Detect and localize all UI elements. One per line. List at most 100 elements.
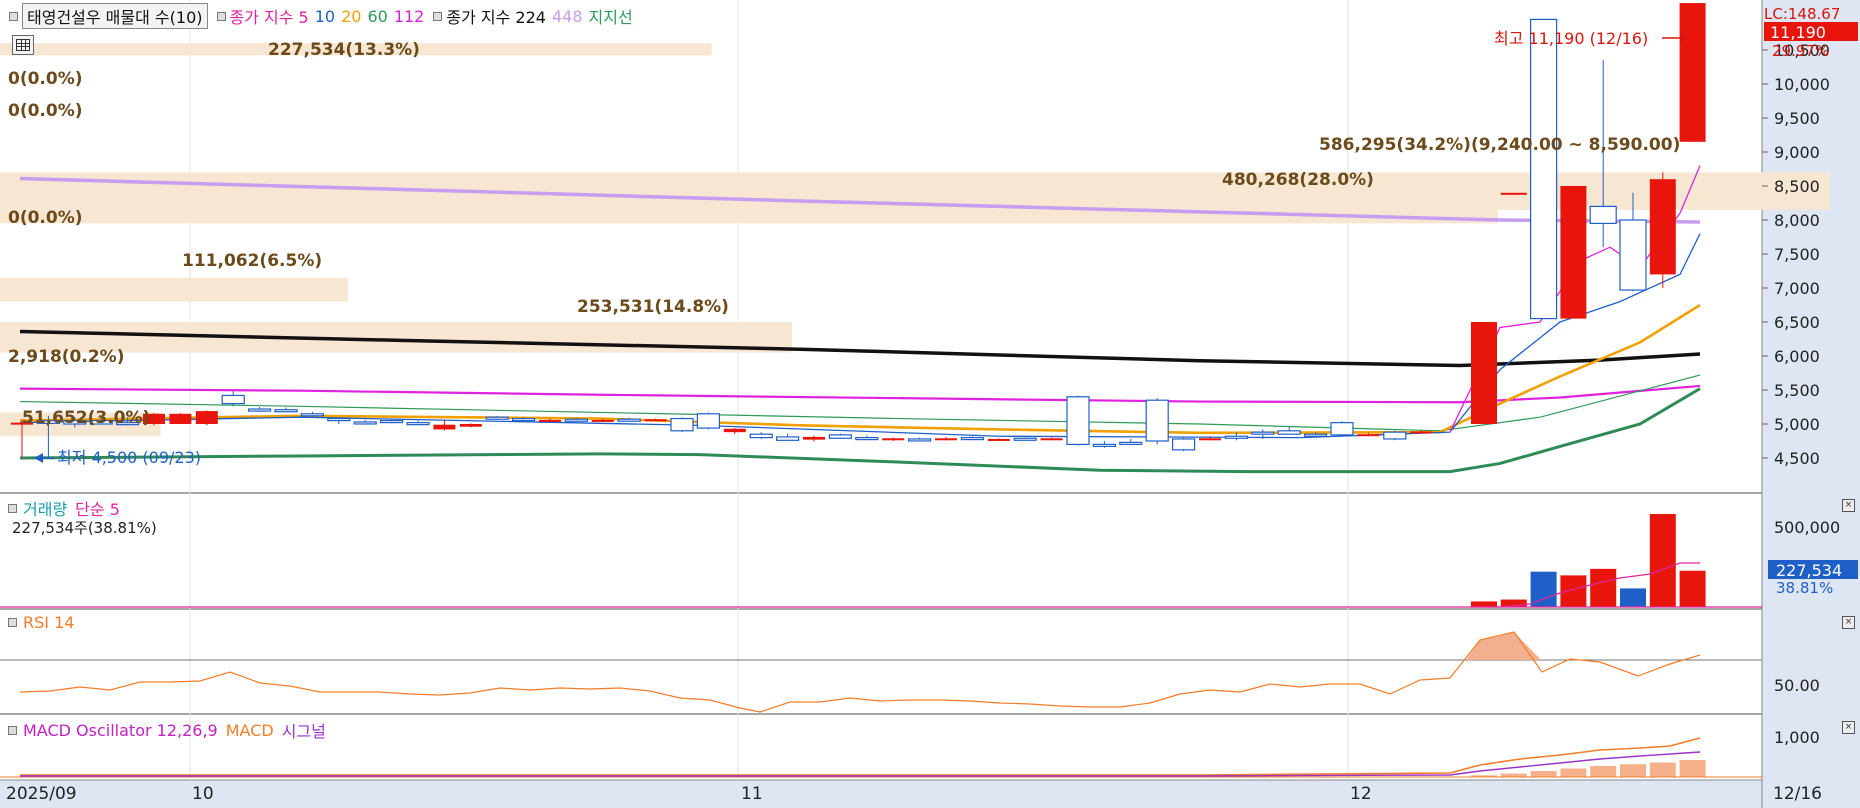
- volume-profile-bar: [0, 277, 348, 302]
- candle-body: [221, 394, 245, 405]
- candle-body: [327, 417, 351, 422]
- x-label-end: 12/16: [1773, 784, 1822, 804]
- candle-body: [485, 416, 509, 420]
- candle-body: [935, 438, 957, 441]
- candle-body: [433, 424, 456, 430]
- macd-bar: [1530, 771, 1557, 777]
- vp-label-5: 0(0.0%): [8, 208, 83, 228]
- price-tick: 5,500: [1774, 381, 1820, 400]
- candle-body: [1500, 192, 1527, 195]
- high-label: 최고 11,190 (12/16): [1494, 29, 1648, 48]
- candle-body: [828, 434, 853, 439]
- low-annotation: 최저 4,500 (09/23): [34, 448, 201, 467]
- macd-tick: 1,000: [1774, 728, 1820, 747]
- support-label[interactable]: 지지선: [589, 4, 633, 28]
- low-label: 최저 4,500 (09/23): [57, 448, 201, 467]
- volume-close-icon[interactable]: ×: [1842, 499, 1855, 512]
- candle-body: [1410, 431, 1433, 434]
- volume-bar: [1620, 588, 1646, 607]
- volume-value: 227,534주(38.81%): [12, 519, 157, 537]
- candle-body: [274, 409, 298, 413]
- rsi-close-icon[interactable]: ×: [1842, 616, 1855, 629]
- candle-body: [1224, 435, 1249, 439]
- price-tick: 8,000: [1774, 211, 1820, 230]
- x-label-sep: 2025/09: [6, 784, 77, 804]
- volume-bar: [1471, 601, 1497, 607]
- candle-body: [1471, 322, 1497, 424]
- price-tick: 6,500: [1774, 313, 1820, 332]
- ma2-toggle-icon[interactable]: [433, 11, 443, 21]
- candle-body: [960, 437, 985, 441]
- candle-body: [1649, 179, 1676, 275]
- candle-body: [564, 418, 589, 422]
- ma-20[interactable]: 20: [341, 7, 361, 26]
- candle-body: [644, 419, 667, 422]
- macd-title[interactable]: MACD Oscillator 12,26,9: [23, 721, 218, 740]
- chart-legend: 태영건설우 매물대 수(10) 종가 지수 5 10 20 60 112 종가 …: [6, 3, 639, 29]
- rsi-toggle-icon[interactable]: [8, 618, 17, 627]
- candle-body: [195, 411, 218, 424]
- signal-label[interactable]: 시그널: [282, 718, 326, 742]
- ma-448[interactable]: 448: [552, 7, 583, 26]
- macd-bar: [1649, 762, 1676, 777]
- candle-body: [882, 438, 905, 441]
- rsi-title[interactable]: RSI 14: [23, 613, 74, 632]
- macd-toggle-icon[interactable]: [8, 725, 17, 735]
- current-price: 11,190: [1770, 23, 1826, 42]
- candle-body: [539, 419, 561, 422]
- current-change: 29.97%: [1772, 42, 1829, 60]
- price-tick: 7,500: [1774, 245, 1820, 264]
- volume-tick: 500,000: [1774, 518, 1840, 537]
- candle-body: [406, 422, 430, 426]
- candle-body: [1171, 438, 1196, 451]
- vp-label-8: 2,918(0.2%): [8, 347, 124, 367]
- price-tick: 8,500: [1774, 177, 1820, 196]
- ma-112[interactable]: 112: [394, 7, 425, 26]
- volume-current: 227,534: [1776, 561, 1842, 580]
- candle-body: [775, 436, 800, 441]
- candle-body: [696, 413, 721, 429]
- candle-body: [1529, 18, 1558, 320]
- price-tick: 10,000: [1774, 75, 1830, 94]
- candle-body: [1679, 3, 1706, 142]
- price-tick: 9,000: [1774, 143, 1820, 162]
- ma-toggle-icon[interactable]: [216, 11, 226, 21]
- candle-body: [987, 438, 1010, 441]
- vp-label-6: 111,062(6.5%): [182, 251, 322, 271]
- candle-body: [1251, 431, 1275, 435]
- ma-10[interactable]: 10: [315, 7, 335, 26]
- vp-label-0: 227,534(13.3%): [268, 40, 420, 60]
- candle-body: [855, 437, 879, 441]
- rsi-panel-title: RSI 14: [8, 613, 82, 632]
- table-icon[interactable]: [12, 35, 34, 55]
- candle-body: [1145, 399, 1169, 442]
- volume-current-pct: 38.81%: [1776, 579, 1833, 597]
- vp-label-3: 586,295(34.2%)(9,240.00 ~ 8,590.00): [1319, 135, 1680, 155]
- stock-name-box[interactable]: 태영건설우 매물대 수(10): [22, 3, 208, 29]
- ma2-label[interactable]: 종가 지수 224: [446, 4, 546, 28]
- macd-panel-title: MACD Oscillator 12,26,9 MACD 시그널: [8, 718, 334, 742]
- rsi-tick: 50.00: [1774, 676, 1820, 695]
- stock-chart: 최고 11,190 (12/16) 최저 4,500 (09/23) 227,5…: [0, 0, 1860, 808]
- candle-body: [591, 419, 614, 422]
- vp-label-9: 51,652(3.0%): [22, 408, 150, 428]
- volume-toggle-icon[interactable]: [8, 503, 17, 513]
- candle-body: [169, 413, 192, 424]
- candle-body: [1040, 438, 1063, 441]
- candle-body: [1066, 396, 1090, 445]
- macd-label[interactable]: MACD: [226, 721, 274, 740]
- ma-60[interactable]: 60: [367, 7, 387, 26]
- candle-body: [1357, 434, 1380, 437]
- macd-bar: [1560, 768, 1587, 777]
- candle-body: [1383, 431, 1407, 440]
- legend-toggle-icon[interactable]: [9, 11, 18, 21]
- x-label-dec: 12: [1350, 784, 1372, 804]
- candle-body: [248, 408, 272, 412]
- vp-label-2: 0(0.0%): [8, 101, 83, 121]
- candle-body: [1330, 422, 1354, 436]
- candle-body: [617, 418, 641, 422]
- macd-close-icon[interactable]: ×: [1842, 721, 1855, 734]
- candle-body: [1199, 438, 1221, 441]
- ma-label[interactable]: 종가 지수 5: [230, 4, 309, 28]
- price-tick: 9,500: [1774, 109, 1820, 128]
